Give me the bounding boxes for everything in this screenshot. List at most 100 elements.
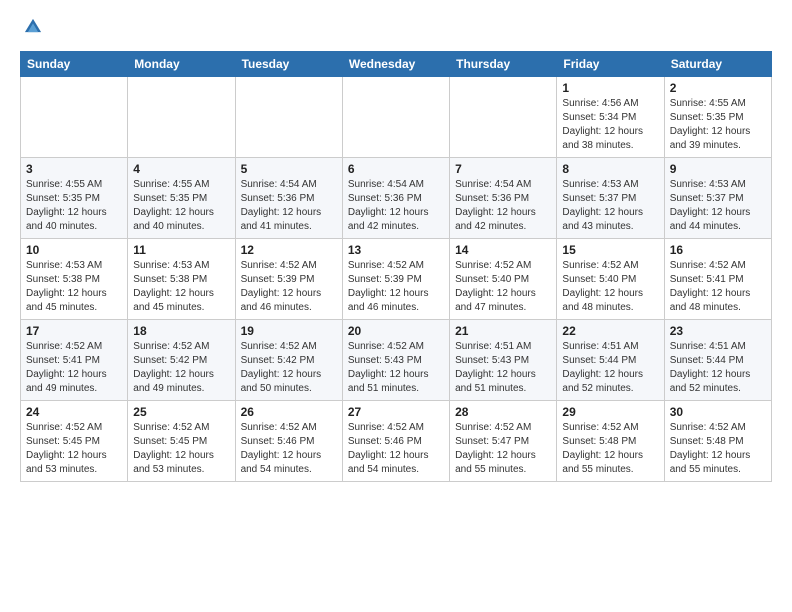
calendar-cell: 10 Sunrise: 4:53 AM Sunset: 5:38 PM Dayli…	[21, 239, 128, 320]
calendar-cell	[21, 77, 128, 158]
calendar-cell: 2 Sunrise: 4:55 AM Sunset: 5:35 PM Daylig…	[664, 77, 771, 158]
calendar-cell: 11 Sunrise: 4:53 AM Sunset: 5:38 PM Dayli…	[128, 239, 235, 320]
day-number: 27	[348, 405, 444, 419]
day-info: Sunrise: 4:52 AM Sunset: 5:46 PM Dayligh…	[348, 421, 444, 477]
calendar-cell: 21 Sunrise: 4:51 AM Sunset: 5:43 PM Dayli…	[450, 320, 557, 401]
day-number: 28	[455, 405, 551, 419]
day-info: Sunrise: 4:51 AM Sunset: 5:44 PM Dayligh…	[670, 340, 766, 396]
calendar-cell: 26 Sunrise: 4:52 AM Sunset: 5:46 PM Dayli…	[235, 401, 342, 482]
day-info: Sunrise: 4:52 AM Sunset: 5:40 PM Dayligh…	[455, 259, 551, 315]
calendar-cell: 24Sunrise: 4:52 AM Sunset: 5:45 PM Dayli…	[21, 401, 128, 482]
page: SundayMondayTuesdayWednesdayThursdayFrid…	[0, 0, 792, 498]
calendar-cell: 18 Sunrise: 4:52 AM Sunset: 5:42 PM Dayli…	[128, 320, 235, 401]
day-number: 16	[670, 243, 766, 257]
day-number: 11	[133, 243, 229, 257]
day-info: Sunrise: 4:55 AM Sunset: 5:35 PM Dayligh…	[670, 97, 766, 153]
weekday-header-sunday: Sunday	[21, 52, 128, 77]
day-number: 1	[562, 81, 658, 95]
day-info: Sunrise: 4:52 AM Sunset: 5:39 PM Dayligh…	[241, 259, 337, 315]
day-number: 10	[26, 243, 122, 257]
week-row-5: 24 Sunrise: 4:52 AM Sunset: 5:45 PM Dayli…	[21, 401, 772, 482]
calendar-cell: 12Sunrise: 4:52 AM Sunset: 5:39 PM Dayli…	[235, 239, 342, 320]
day-info: Sunrise: 4:52 AM Sunset: 5:41 PM Dayligh…	[670, 259, 766, 315]
day-info: Sunrise: 4:52 AM Sunset: 5:46 PM Dayligh…	[241, 421, 337, 477]
calendar-cell: 16 Sunrise: 4:52 AM Sunset: 5:41 PM Dayli…	[664, 239, 771, 320]
week-row-3: 10 Sunrise: 4:53 AM Sunset: 5:38 PM Dayli…	[21, 239, 772, 320]
day-number: 15	[562, 243, 658, 257]
calendar-cell: 5Sunrise: 4:54 AM Sunset: 5:36 PM Daylig…	[235, 158, 342, 239]
weekday-header-friday: Friday	[557, 52, 664, 77]
day-info: Sunrise: 4:51 AM Sunset: 5:43 PM Dayligh…	[455, 340, 551, 396]
day-number: 20	[348, 324, 444, 338]
day-info: Sunrise: 4:52 AM Sunset: 5:39 PM Dayligh…	[348, 259, 444, 315]
day-info: Sunrise: 4:52 AM Sunset: 5:47 PM Dayligh…	[455, 421, 551, 477]
calendar-cell: 23 Sunrise: 4:51 AM Sunset: 5:44 PM Dayli…	[664, 320, 771, 401]
calendar-cell: 4 Sunrise: 4:55 AM Sunset: 5:35 PM Daylig…	[128, 158, 235, 239]
day-info: Sunrise: 4:56 AM Sunset: 5:34 PM Dayligh…	[562, 97, 658, 153]
calendar-cell: 15 Sunrise: 4:52 AM Sunset: 5:40 PM Dayli…	[557, 239, 664, 320]
day-number: 18	[133, 324, 229, 338]
day-info: Sunrise: 4:53 AM Sunset: 5:37 PM Dayligh…	[670, 178, 766, 234]
day-info: Sunrise: 4:52 AM Sunset: 5:42 PM Dayligh…	[241, 340, 337, 396]
day-number: 26	[241, 405, 337, 419]
day-info: Sunrise: 4:52 AM Sunset: 5:48 PM Dayligh…	[670, 421, 766, 477]
day-number: 30	[670, 405, 766, 419]
calendar-cell: 27 Sunrise: 4:52 AM Sunset: 5:46 PM Dayli…	[342, 401, 449, 482]
calendar-cell: 30 Sunrise: 4:52 AM Sunset: 5:48 PM Dayli…	[664, 401, 771, 482]
calendar-cell	[128, 77, 235, 158]
weekday-header-row: SundayMondayTuesdayWednesdayThursdayFrid…	[21, 52, 772, 77]
day-number: 5	[241, 162, 337, 176]
calendar-cell: 22 Sunrise: 4:51 AM Sunset: 5:44 PM Dayli…	[557, 320, 664, 401]
calendar-cell	[235, 77, 342, 158]
day-info: Sunrise: 4:53 AM Sunset: 5:37 PM Dayligh…	[562, 178, 658, 234]
day-number: 8	[562, 162, 658, 176]
day-number: 2	[670, 81, 766, 95]
day-number: 23	[670, 324, 766, 338]
day-info: Sunrise: 4:52 AM Sunset: 5:40 PM Dayligh…	[562, 259, 658, 315]
day-info: Sunrise: 4:55 AM Sunset: 5:35 PM Dayligh…	[133, 178, 229, 234]
day-number: 24	[26, 405, 122, 419]
day-info: Sunrise: 4:55 AM Sunset: 5:35 PM Dayligh…	[26, 178, 122, 234]
day-info: Sunrise: 4:52 AM Sunset: 5:43 PM Dayligh…	[348, 340, 444, 396]
calendar-cell: 19 Sunrise: 4:52 AM Sunset: 5:42 PM Dayli…	[235, 320, 342, 401]
day-info: Sunrise: 4:53 AM Sunset: 5:38 PM Dayligh…	[133, 259, 229, 315]
calendar-cell: 14Sunrise: 4:52 AM Sunset: 5:40 PM Dayli…	[450, 239, 557, 320]
calendar-cell: 6Sunrise: 4:54 AM Sunset: 5:36 PM Daylig…	[342, 158, 449, 239]
calendar-cell	[450, 77, 557, 158]
weekday-header-tuesday: Tuesday	[235, 52, 342, 77]
day-number: 19	[241, 324, 337, 338]
calendar-cell: 25Sunrise: 4:52 AM Sunset: 5:45 PM Dayli…	[128, 401, 235, 482]
calendar-cell	[342, 77, 449, 158]
day-number: 21	[455, 324, 551, 338]
day-number: 22	[562, 324, 658, 338]
day-info: Sunrise: 4:52 AM Sunset: 5:42 PM Dayligh…	[133, 340, 229, 396]
week-row-2: 3 Sunrise: 4:55 AM Sunset: 5:35 PM Daylig…	[21, 158, 772, 239]
day-info: Sunrise: 4:52 AM Sunset: 5:48 PM Dayligh…	[562, 421, 658, 477]
weekday-header-monday: Monday	[128, 52, 235, 77]
calendar-cell: 28 Sunrise: 4:52 AM Sunset: 5:47 PM Dayli…	[450, 401, 557, 482]
calendar-cell: 1 Sunrise: 4:56 AM Sunset: 5:34 PM Daylig…	[557, 77, 664, 158]
calendar-cell: 29 Sunrise: 4:52 AM Sunset: 5:48 PM Dayli…	[557, 401, 664, 482]
logo-icon	[22, 16, 44, 38]
day-info: Sunrise: 4:53 AM Sunset: 5:38 PM Dayligh…	[26, 259, 122, 315]
header	[20, 16, 772, 43]
week-row-1: 1 Sunrise: 4:56 AM Sunset: 5:34 PM Daylig…	[21, 77, 772, 158]
calendar-cell: 20 Sunrise: 4:52 AM Sunset: 5:43 PM Dayli…	[342, 320, 449, 401]
calendar-cell: 8 Sunrise: 4:53 AM Sunset: 5:37 PM Daylig…	[557, 158, 664, 239]
calendar-cell: 13 Sunrise: 4:52 AM Sunset: 5:39 PM Dayli…	[342, 239, 449, 320]
day-info: Sunrise: 4:51 AM Sunset: 5:44 PM Dayligh…	[562, 340, 658, 396]
calendar-cell: 9 Sunrise: 4:53 AM Sunset: 5:37 PM Daylig…	[664, 158, 771, 239]
day-info: Sunrise: 4:52 AM Sunset: 5:41 PM Dayligh…	[26, 340, 122, 396]
day-number: 9	[670, 162, 766, 176]
day-number: 29	[562, 405, 658, 419]
weekday-header-wednesday: Wednesday	[342, 52, 449, 77]
weekday-header-thursday: Thursday	[450, 52, 557, 77]
day-number: 13	[348, 243, 444, 257]
day-number: 3	[26, 162, 122, 176]
calendar-cell: 7Sunrise: 4:54 AM Sunset: 5:36 PM Daylig…	[450, 158, 557, 239]
day-info: Sunrise: 4:52 AM Sunset: 5:45 PM Dayligh…	[133, 421, 229, 477]
day-number: 17	[26, 324, 122, 338]
calendar-table: SundayMondayTuesdayWednesdayThursdayFrid…	[20, 51, 772, 482]
day-number: 6	[348, 162, 444, 176]
day-number: 4	[133, 162, 229, 176]
